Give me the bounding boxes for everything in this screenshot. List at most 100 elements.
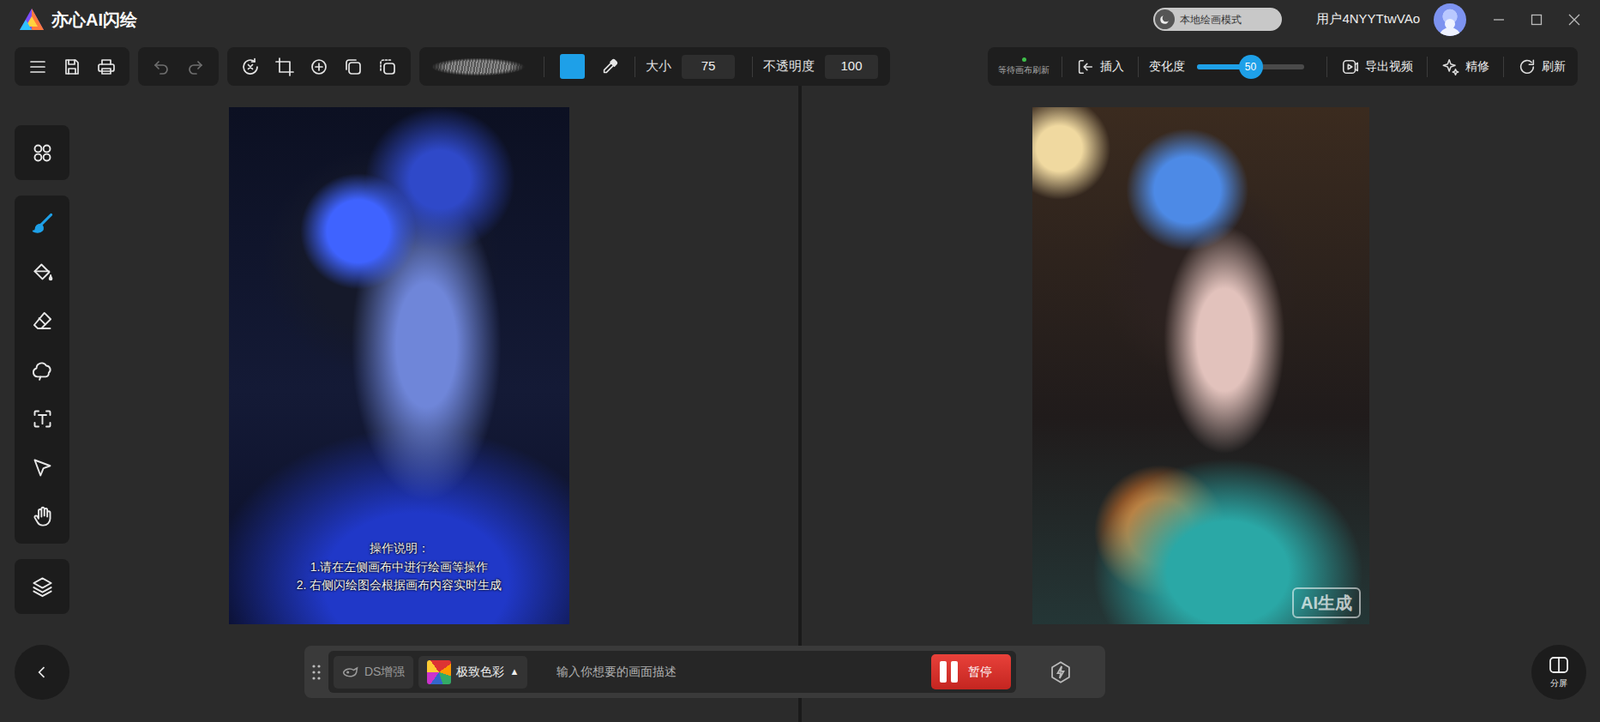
size-label: 大小 — [645, 56, 672, 77]
rotate-button[interactable] — [235, 52, 265, 82]
export-icon — [1341, 57, 1360, 77]
brush-group: 大小 75 不透明度 100 — [419, 47, 891, 86]
crop-button[interactable] — [270, 52, 300, 82]
tool-group — [14, 125, 70, 181]
layers-tool[interactable] — [23, 568, 61, 605]
user-name[interactable]: 用户4NYYTtwVAo — [1316, 9, 1420, 30]
rotate-icon — [240, 56, 261, 78]
canvas-pane: 操作说明：1.请在左侧画布中进行绘画等操作2. 右侧闪绘图会根据画布内容实时生成 — [0, 85, 799, 722]
text-tool[interactable] — [23, 400, 61, 437]
print-button[interactable] — [91, 52, 121, 82]
print-icon — [96, 56, 117, 78]
tool-sidebar — [14, 125, 70, 700]
split-divider[interactable] — [798, 85, 802, 722]
pause-icon — [939, 661, 958, 683]
text-icon — [30, 407, 55, 431]
eyedropper-button[interactable] — [595, 52, 625, 82]
maximize-button[interactable] — [1517, 2, 1556, 37]
eraser-icon — [30, 309, 55, 333]
app-title: 亦心AI闪绘 — [51, 6, 138, 33]
status-dot — [1022, 57, 1027, 62]
enhance-toggle[interactable]: DS增强 — [333, 655, 414, 689]
mode-toggle[interactable]: 本地绘画模式 — [1153, 7, 1282, 31]
close-button[interactable] — [1555, 2, 1594, 37]
pause-label: 暂停 — [968, 662, 993, 681]
status-label: 等待画布刷新 — [998, 63, 1050, 77]
style-arrow: ▲ — [509, 664, 519, 680]
instructions: 操作说明：1.请在左侧画布中进行绘画等操作2. 右侧闪绘图会根据画布内容实时生成 — [228, 539, 570, 596]
export-button[interactable]: 导出视频 — [1337, 57, 1417, 77]
logo-icon — [18, 7, 45, 32]
collapse-button[interactable] — [14, 644, 70, 700]
save-icon — [61, 56, 83, 78]
eraser-tool[interactable] — [23, 302, 61, 339]
redo-button[interactable] — [180, 52, 211, 82]
crop-icon — [274, 56, 295, 78]
redo-icon — [185, 56, 206, 78]
assets-icon — [30, 141, 55, 165]
workspace: 操作说明：1.请在左侧画布中进行绘画等操作2. 右侧闪绘图会根据画布内容实时生成… — [0, 85, 1600, 722]
separator — [1426, 56, 1428, 78]
minimize-icon — [1492, 13, 1505, 26]
pause-button[interactable]: 暂停 — [931, 654, 1011, 690]
assets-tool[interactable] — [23, 134, 61, 171]
refresh-label: 刷新 — [1541, 57, 1566, 76]
prompt-input[interactable] — [532, 661, 927, 682]
instruction-line: 操作说明： — [228, 539, 570, 559]
variation-knob[interactable]: 50 — [1239, 54, 1264, 79]
select-icon — [30, 456, 55, 480]
close-icon — [1568, 13, 1581, 26]
brush-icon — [30, 211, 55, 235]
menu-button[interactable] — [23, 52, 53, 82]
drag-handle-icon[interactable] — [311, 662, 322, 682]
prompt-bar: DS增强 极致色彩 ▲ 暂停 — [304, 645, 1106, 698]
drawing-canvas[interactable]: 操作说明：1.请在左侧画布中进行绘画等操作2. 右侧闪绘图会根据画布内容实时生成 — [228, 107, 570, 625]
stack-button[interactable] — [372, 52, 403, 82]
generated-image: AI生成 — [1032, 107, 1370, 625]
title-bar: 亦心AI闪绘 本地绘画模式 用户4NYYTtwVAo — [0, 0, 1600, 39]
avatar-icon — [1437, 17, 1463, 37]
color-swatch[interactable] — [559, 54, 585, 79]
split-screen-button[interactable]: 分屏 — [1531, 644, 1587, 700]
tool-group — [14, 195, 70, 544]
chevron-left-icon — [33, 663, 51, 681]
refine-button[interactable]: 精修 — [1437, 57, 1493, 77]
undo-button[interactable] — [146, 52, 176, 82]
add-button[interactable] — [304, 52, 334, 82]
split-screen-icon — [1548, 655, 1570, 675]
brush-preview[interactable] — [431, 55, 525, 79]
variation-slider[interactable]: 50 — [1196, 64, 1305, 70]
opacity-field[interactable]: 100 — [824, 54, 879, 79]
save-button[interactable] — [57, 52, 87, 82]
select-tool[interactable] — [23, 449, 61, 486]
refresh-icon — [1517, 57, 1537, 77]
tool-group — [14, 559, 70, 614]
layers-icon — [30, 575, 55, 599]
fill-icon — [30, 260, 55, 284]
brush-tool[interactable] — [23, 204, 61, 241]
file-group — [14, 47, 130, 86]
fill-tool[interactable] — [23, 253, 61, 290]
variation-label: 变化度 — [1148, 57, 1185, 76]
insert-button[interactable]: 插入 — [1072, 57, 1128, 77]
lasso-tool[interactable] — [23, 351, 61, 388]
refine-icon — [1441, 57, 1461, 77]
separator — [1503, 56, 1504, 78]
instruction-line: 1.请在左侧画布中进行绘画等操作 — [228, 558, 570, 578]
duplicate-icon — [342, 56, 364, 78]
insert-icon — [1076, 57, 1095, 77]
minimize-button[interactable] — [1479, 2, 1518, 37]
refresh-button[interactable]: 刷新 — [1514, 57, 1570, 77]
duplicate-button[interactable] — [338, 52, 368, 82]
hand-tool[interactable] — [23, 498, 61, 535]
mode-label: 本地绘画模式 — [1179, 12, 1242, 28]
avatar[interactable] — [1433, 3, 1467, 37]
size-field[interactable]: 75 — [681, 54, 735, 79]
instruction-line: 2. 右侧闪绘图会根据画布内容实时生成 — [228, 576, 570, 596]
opacity-label: 不透明度 — [763, 56, 815, 77]
watermark: AI生成 — [1292, 587, 1361, 619]
settings-button[interactable] — [1022, 660, 1099, 685]
lasso-icon — [30, 358, 55, 382]
action-group: 等待画布刷新 插入 变化度 50 导出视频精修 刷新 — [987, 47, 1578, 86]
style-picker[interactable]: 极致色彩 ▲ — [418, 655, 528, 689]
